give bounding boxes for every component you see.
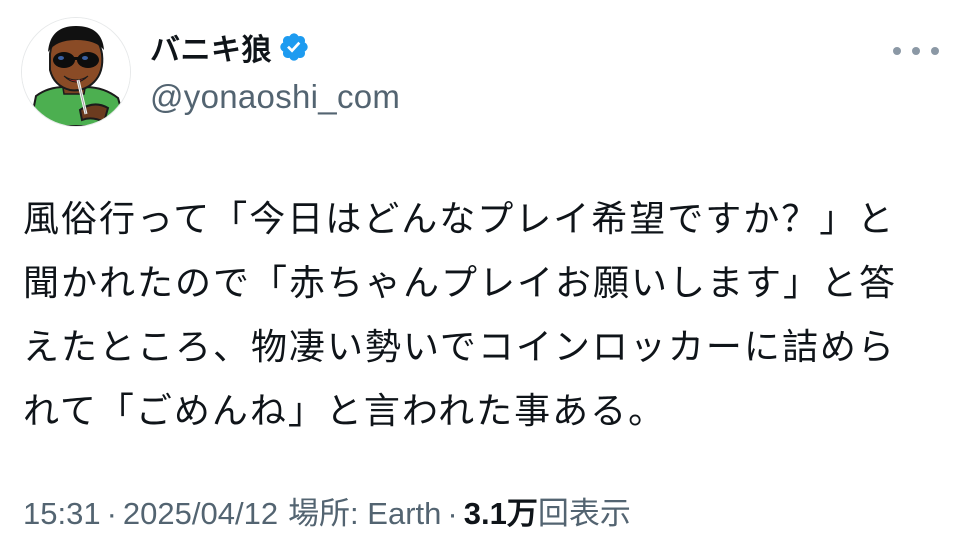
tweet-date[interactable]: 2025/04/12 [123, 496, 278, 532]
user-handle[interactable]: @yonaoshi_com [150, 78, 400, 116]
verified-badge-icon [278, 31, 310, 63]
views-count: 3.1万 [463, 496, 538, 531]
display-name-row: バニキ狼 [150, 22, 400, 72]
tweet-location: 場所: Earth [288, 496, 442, 531]
meta-separator: · [447, 496, 458, 531]
avatar[interactable] [21, 17, 131, 127]
more-horizontal-icon [912, 47, 920, 55]
tweet-text-line: 風俗行って「今日はどんなプレイ希望ですか？」と [23, 199, 896, 240]
tweet-time[interactable]: 15:31 [23, 496, 101, 532]
user-header: バニキ狼 @yonaoshi_com [150, 22, 400, 116]
meta-separator: · [106, 496, 117, 531]
tweet-text-line: えたところ、物凄い勢いでコインロッカーに詰めら [23, 327, 896, 368]
avatar-illustration [22, 18, 130, 126]
tweet-card: バニキ狼 @yonaoshi_com 風俗行って「今日はどんなプレイ希望ですか？… [0, 0, 960, 550]
views-label: 回表示 [537, 496, 631, 531]
tweet-text-line: れて「ごめんね」と言われた事ある。 [23, 391, 667, 432]
display-name[interactable]: バニキ狼 [150, 25, 272, 69]
more-options-button[interactable] [893, 36, 939, 66]
tweet-meta: 15:31 · 2025/04/12 場所: Earth · 3.1万 回表示 [23, 488, 631, 533]
tweet-text-line: 聞かれたので「赤ちゃんプレイお願いします」と答 [23, 263, 898, 304]
tweet-text: 風俗行って「今日はどんなプレイ希望ですか？」と 聞かれたので「赤ちゃんプレイお願… [23, 188, 943, 444]
more-horizontal-icon [931, 47, 939, 55]
more-horizontal-icon [893, 47, 901, 55]
